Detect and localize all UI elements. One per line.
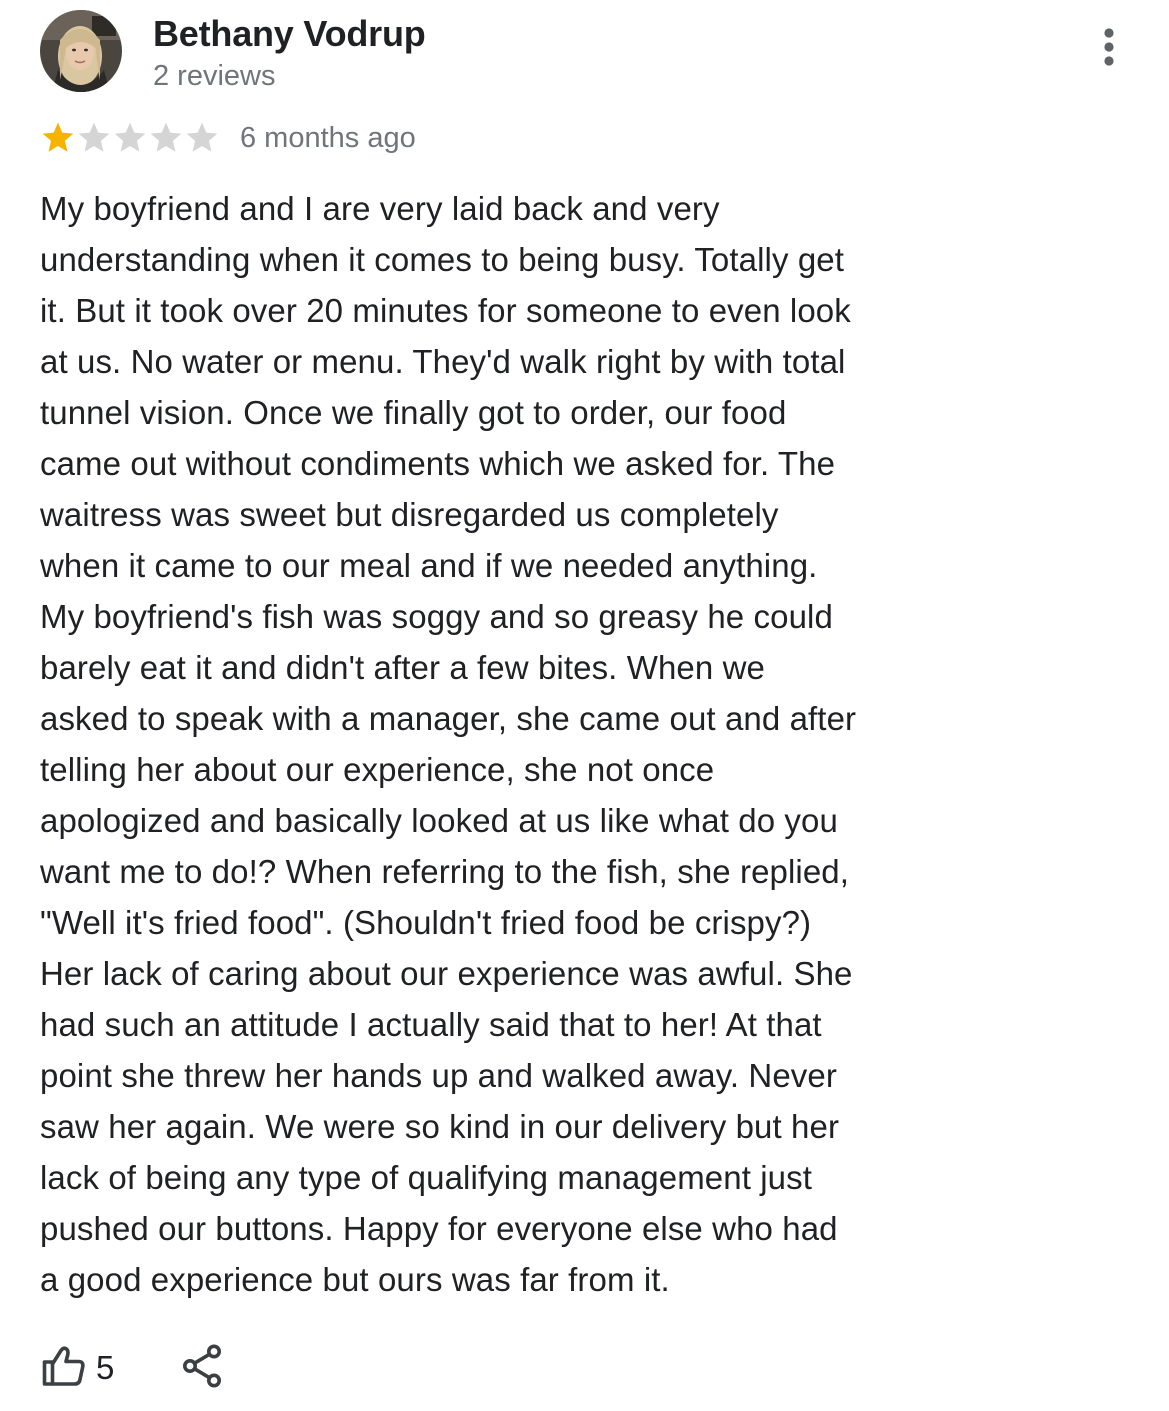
star-empty-icon (112, 120, 148, 156)
thumb-up-icon (42, 1346, 85, 1386)
review-text-line: a good experience but ours was far from … (40, 1261, 670, 1298)
review-text-line: lack of being any type of qualifying man… (40, 1159, 812, 1196)
review-text-line: saw her again. We were so kind in our de… (40, 1108, 840, 1145)
star-rating (40, 120, 220, 156)
review-text-line: pushed our buttons. Happy for everyone e… (40, 1210, 838, 1247)
review-text-line: apologized and basically looked at us li… (40, 802, 838, 839)
review-text-line: it. But it took over 20 minutes for some… (40, 292, 851, 329)
review-text-line: point she threw her hands up and walked … (40, 1057, 837, 1094)
more-vert-icon (1104, 28, 1114, 66)
avatar-photo (40, 10, 122, 92)
review-text-line: "Well it's fried food". (Shouldn't fried… (40, 904, 812, 941)
star-empty-icon (148, 120, 184, 156)
review-text-line: came out without condiments which we ask… (40, 445, 836, 482)
star-filled-icon (40, 120, 76, 156)
review-text-line: waitress was sweet but disregarded us co… (40, 496, 779, 533)
author-name[interactable]: Bethany Vodrup (153, 13, 426, 55)
review-text-line: at us. No water or menu. They'd walk rig… (40, 343, 846, 380)
avatar[interactable] (40, 10, 122, 92)
review-date: 6 months ago (240, 121, 416, 154)
review-text-line: Her lack of caring about our experience … (40, 955, 853, 992)
author-review-count: 2 reviews (153, 60, 276, 92)
review-text-line: My boyfriend and I are very laid back an… (40, 190, 720, 227)
review-text-line: My boyfriend's fish was soggy and so gre… (40, 598, 833, 635)
review-text-line: asked to speak with a manager, she came … (40, 700, 857, 737)
review-actions: 5 (40, 1336, 224, 1396)
review-text: My boyfriend and I are very laid back an… (40, 183, 935, 1305)
review-text-line: telling her about our experience, she no… (40, 751, 715, 788)
more-options-button[interactable] (1092, 24, 1126, 72)
review-text-line: had such an attitude I actually said tha… (40, 1006, 822, 1043)
review-text-line: barely eat it and didn't after a few bit… (40, 649, 765, 686)
star-empty-icon (76, 120, 112, 156)
review-text-line: understanding when it comes to being bus… (40, 241, 845, 278)
like-count: 5 (96, 1349, 115, 1386)
star-empty-icon (184, 120, 220, 156)
review-text-line: want me to do!? When referring to the fi… (40, 853, 850, 890)
rating-row: 6 months ago (40, 118, 416, 158)
share-icon (183, 1344, 222, 1388)
like-button[interactable]: 5 (40, 1342, 114, 1390)
review-text-line: when it came to our meal and if we neede… (40, 547, 818, 584)
share-button[interactable] (180, 1343, 224, 1389)
review-text-line: tunnel vision. Once we finally got to or… (40, 394, 787, 431)
